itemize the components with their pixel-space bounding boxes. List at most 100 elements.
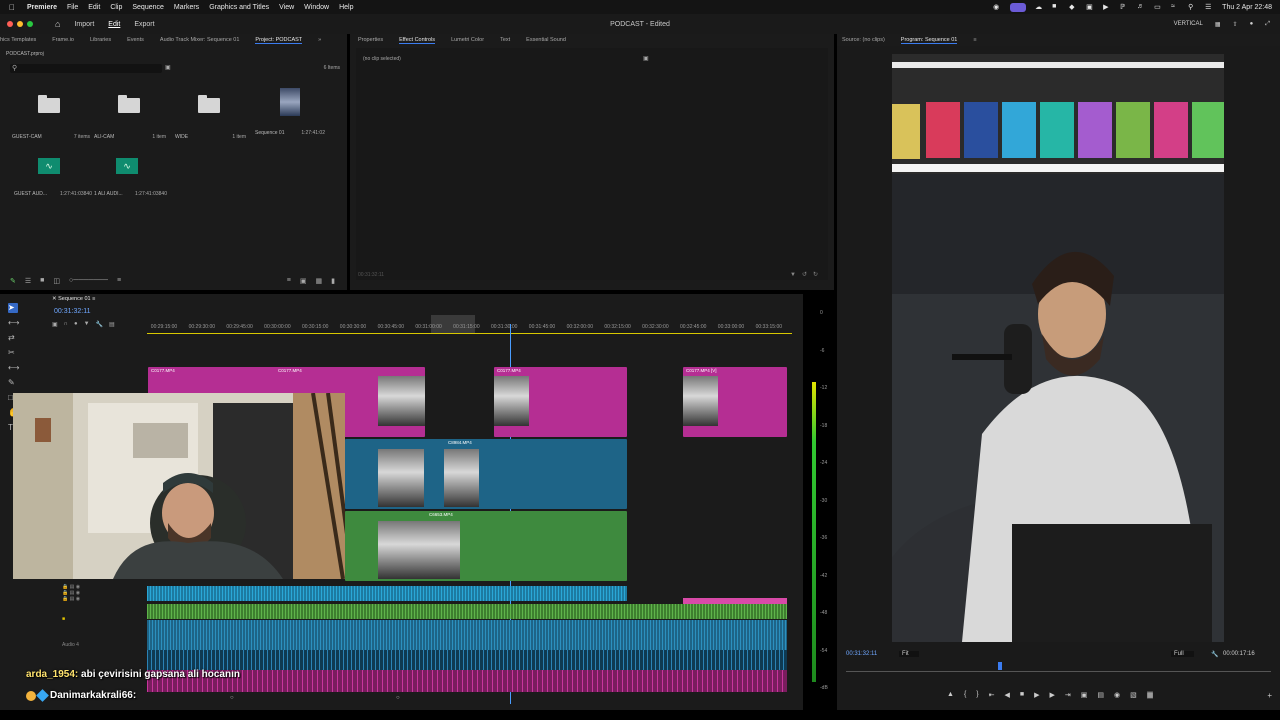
audio-track-a3[interactable] <box>147 620 787 650</box>
sequence-01-item[interactable]: Sequence 01 1:27:41:02 <box>252 88 330 148</box>
menu-graphics[interactable]: Graphics and Titles <box>209 4 269 11</box>
scroll-handle-right[interactable]: ○ <box>396 695 400 701</box>
tab-events[interactable]: Events <box>127 37 144 43</box>
stop-button[interactable]: ■ <box>1020 691 1024 699</box>
fit-select[interactable]: Fit <box>899 651 919 657</box>
home-icon[interactable]: ⌂ <box>55 19 60 29</box>
program-timecode[interactable]: 00:31:32:11 <box>846 651 877 657</box>
clip-v2[interactable]: C8984.MP4 <box>345 439 627 509</box>
play-button[interactable]: ▶ <box>1034 691 1039 699</box>
captions-icon[interactable]: ▤ <box>109 321 115 328</box>
control-center-icon[interactable]: ☰ <box>1205 3 1213 11</box>
wrench-icon[interactable]: 🔧 <box>1211 651 1218 658</box>
quality-select[interactable]: Full <box>1171 651 1194 657</box>
solo-icon[interactable]: ■ <box>62 616 142 622</box>
tab-export[interactable]: Export <box>134 21 154 28</box>
minimize-window-button[interactable] <box>17 21 23 27</box>
close-window-button[interactable] <box>7 21 13 27</box>
freeform-view-icon[interactable]: ◫ <box>53 277 60 285</box>
project-search-input[interactable] <box>10 64 162 73</box>
clip-v1[interactable]: C6653.MP4 <box>345 511 627 581</box>
razor-tool-icon[interactable]: ✂ <box>8 348 18 358</box>
search-icon[interactable]: ⚲ <box>1188 3 1196 11</box>
step-forward-icon[interactable]: ▶ <box>1050 691 1055 699</box>
ripple-edit-icon[interactable]: ⇄ <box>8 333 18 343</box>
slip-tool-icon[interactable]: ⟷ <box>8 363 19 373</box>
menu-view[interactable]: View <box>279 4 294 11</box>
bluetooth-icon[interactable]: ℙ <box>1120 3 1128 11</box>
menu-edit[interactable]: Edit <box>88 4 100 11</box>
track-select-icon[interactable]: ⟷ <box>8 318 19 328</box>
timeline-timecode[interactable]: 00:31:32:11 <box>54 308 90 315</box>
multicam-icon[interactable]: ▦ <box>1146 691 1154 699</box>
menu-help[interactable]: Help <box>339 4 353 11</box>
status-icon[interactable]: ◉ <box>993 3 1001 11</box>
tab-lumetri-color[interactable]: Lumetri Color <box>451 37 484 43</box>
linked-selection-icon[interactable]: ● <box>74 321 78 328</box>
pen-tool-icon[interactable]: ✎ <box>8 378 18 388</box>
apple-icon[interactable]:  <box>9 3 19 12</box>
tab-libraries[interactable]: Libraries <box>90 37 111 43</box>
clip-v3-c[interactable]: C0177.MP4 [V] <box>683 367 787 437</box>
new-item-icon[interactable]: ▦ <box>316 277 323 285</box>
menu-window[interactable]: Window <box>304 4 329 11</box>
audio-track-a2[interactable] <box>147 604 787 619</box>
menu-file[interactable]: File <box>67 4 78 11</box>
clip-v3-b[interactable]: C0177.MP4 <box>494 367 627 437</box>
extract-icon[interactable]: ▤ <box>1097 691 1104 699</box>
share-icon[interactable]: ⇧ <box>1233 21 1238 28</box>
fullscreen-icon[interactable]: ⤢ <box>1265 21 1270 28</box>
list-view-icon[interactable]: ☰ <box>25 277 31 285</box>
panel-menu-icon[interactable]: ≡ <box>973 37 976 43</box>
tab-graphics-templates[interactable]: hics Templates <box>0 37 36 43</box>
tab-project[interactable]: Project: PODCAST <box>255 37 303 44</box>
nest-icon[interactable]: ▣ <box>52 321 58 328</box>
wifi-icon[interactable]: ≈ <box>1171 3 1179 11</box>
mark-out-icon[interactable]: } <box>976 691 978 699</box>
progress-icon[interactable]: ● <box>1250 21 1254 27</box>
step-back-icon[interactable]: ◀ <box>1005 691 1010 699</box>
tab-program[interactable]: Program: Sequence 01 <box>900 37 958 44</box>
tab-effect-controls[interactable]: Effect Controls <box>399 37 436 44</box>
recording-pill-icon[interactable] <box>1010 2 1027 12</box>
menu-sequence[interactable]: Sequence <box>132 4 164 11</box>
goto-out-icon[interactable]: ⇥ <box>1065 691 1071 699</box>
zoom-window-button[interactable] <box>27 21 33 27</box>
tab-text[interactable]: Text <box>500 37 510 43</box>
app-menu[interactable]: Premiere <box>27 4 57 11</box>
battery-icon[interactable]: ▭ <box>1154 3 1162 11</box>
goto-in-icon[interactable]: ⇤ <box>989 691 995 699</box>
menu-markers[interactable]: Markers <box>174 4 199 11</box>
program-scrubber[interactable] <box>846 662 1271 672</box>
tab-source[interactable]: Source: (no clips) <box>842 37 885 43</box>
bin-wide[interactable]: WIDE 1 item <box>168 95 246 148</box>
display-icon[interactable]: ▣ <box>1086 3 1094 11</box>
mark-in-icon[interactable]: { <box>964 691 966 699</box>
menu-clip[interactable]: Clip <box>110 4 122 11</box>
timeline-view-icon[interactable]: ▣ <box>643 55 649 62</box>
audio-ali-item[interactable]: ∿ 1 ALI AUDI... 1:27:41:03840 <box>92 158 170 208</box>
pencil-icon[interactable]: ✎ <box>10 277 16 285</box>
timeline-ruler[interactable]: 00:29:15:00 00:29:30:00 00:29:45:00 00:30:0… <box>147 315 792 335</box>
cloud-icon[interactable]: ☁ <box>1035 3 1043 11</box>
tab-import[interactable]: Import <box>74 21 94 28</box>
sort-icon[interactable]: ≡ <box>117 277 121 285</box>
selection-tool-icon[interactable]: ➤ <box>8 303 18 313</box>
layout-icon[interactable]: ▦ <box>1215 21 1221 28</box>
icon-view-icon[interactable]: ■ <box>40 277 44 285</box>
tab-edit[interactable]: Edit <box>108 21 120 28</box>
audio-lock-icons[interactable]: 🔒 ▤ ◉ 🔒 ▤ ◉ 🔒 ▤ ◉ <box>62 584 142 612</box>
tab-properties[interactable]: Properties <box>358 37 383 43</box>
sequence-tab[interactable]: ✕ Sequence 01 ≡ <box>52 296 95 302</box>
play-icon[interactable]: ▶ <box>1103 3 1111 11</box>
audio-track-a4[interactable] <box>147 650 787 670</box>
timeline-settings-icon[interactable]: 🔧 <box>96 321 103 328</box>
add-button-icon[interactable]: + <box>1267 691 1272 700</box>
panel-overflow-icon[interactable]: » <box>318 37 321 43</box>
program-playhead[interactable] <box>998 662 1002 670</box>
lift-icon[interactable]: ▣ <box>1081 691 1088 699</box>
app-icon[interactable]: ■ <box>1052 3 1060 11</box>
dropbox-icon[interactable]: ◆ <box>1069 3 1077 11</box>
comparison-icon[interactable]: ▧ <box>1130 691 1137 699</box>
effects-footer-icons[interactable]: ▼↺↻ <box>790 271 824 278</box>
